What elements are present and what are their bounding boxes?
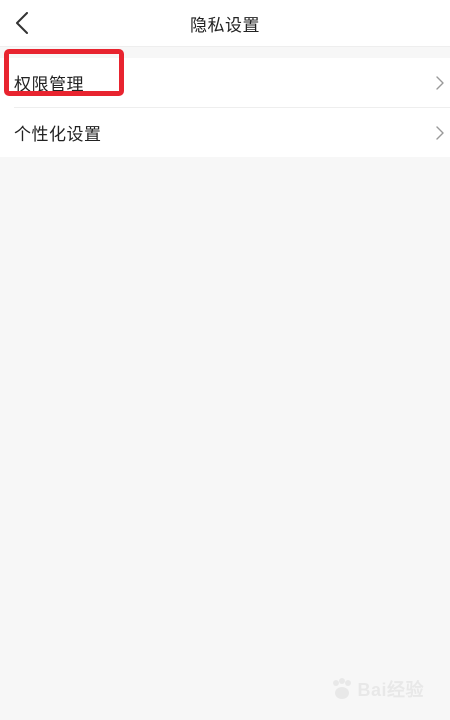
chevron-right-icon [436, 75, 444, 90]
permission-management-label: 权限管理 [14, 75, 84, 95]
settings-list: 权限管理 个性化设置 [0, 58, 450, 157]
personalization-settings-item[interactable]: 个性化设置 [0, 108, 450, 157]
paw-logo-icon [333, 678, 352, 699]
watermark-text: Bai经验 [357, 680, 424, 700]
chevron-right-icon [436, 125, 444, 140]
page-title: 隐私设置 [190, 16, 260, 36]
permission-management-item[interactable]: 权限管理 [0, 58, 450, 107]
personalization-settings-label: 个性化设置 [14, 125, 102, 145]
navigation-bar: 隐私设置 [0, 0, 450, 47]
watermark: Bai经验 [329, 676, 424, 702]
